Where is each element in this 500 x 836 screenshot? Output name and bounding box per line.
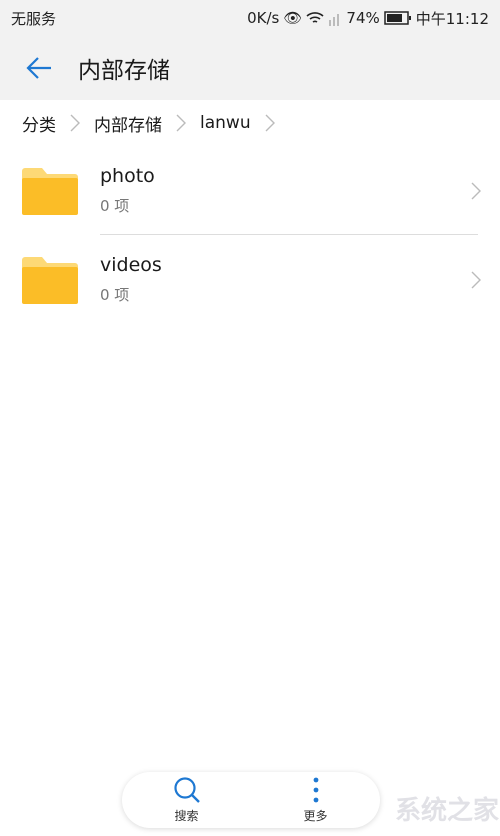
bottom-action-bar: 搜索 更多 (122, 772, 380, 828)
battery-icon (384, 11, 411, 25)
folder-count: 0 项 (100, 286, 130, 304)
more-label: 更多 (303, 809, 328, 823)
folder-count: 0 项 (100, 197, 130, 215)
back-button[interactable] (0, 56, 78, 80)
watermark-logo: 系统之家 (395, 796, 500, 826)
chevron-right-icon (452, 182, 500, 200)
more-vertical-icon (313, 777, 318, 803)
chevron-right-icon (265, 114, 275, 132)
folder-item-videos[interactable]: videos 0 项 (0, 235, 500, 324)
breadcrumb: 分类 内部存储 lanwu (0, 100, 500, 146)
folder-item-photo[interactable]: photo 0 项 (0, 146, 500, 235)
app-bar: 内部存储 (0, 36, 500, 100)
chevron-right-icon (176, 114, 186, 132)
breadcrumb-lanwu[interactable]: lanwu (200, 113, 251, 133)
more-button[interactable]: 更多 (251, 772, 380, 828)
breadcrumb-category[interactable]: 分类 (22, 111, 56, 136)
chevron-right-icon (452, 271, 500, 289)
search-button[interactable]: 搜索 (122, 772, 251, 828)
search-icon (173, 777, 200, 803)
carrier: 无服务 (11, 9, 57, 28)
wifi-icon (306, 12, 324, 23)
clock: 中午11:12 (415, 9, 489, 28)
arrow-left-icon (26, 57, 51, 79)
folder-icon (0, 256, 100, 304)
battery-percent: 74% (346, 9, 380, 27)
page-title: 内部存储 (78, 58, 170, 84)
folder-name: videos (100, 254, 162, 276)
net-speed: 0K/s (247, 9, 280, 27)
folder-icon (0, 167, 100, 215)
search-label: 搜索 (174, 809, 199, 823)
signal-icon (329, 14, 340, 26)
breadcrumb-internal-storage[interactable]: 内部存储 (94, 111, 162, 136)
folder-name: photo (100, 165, 155, 187)
chevron-right-icon (70, 114, 80, 132)
status-bar: 无服务 0K/s 👁 74% 中午11:12 (0, 0, 500, 36)
eye-icon: 👁 (283, 9, 303, 27)
